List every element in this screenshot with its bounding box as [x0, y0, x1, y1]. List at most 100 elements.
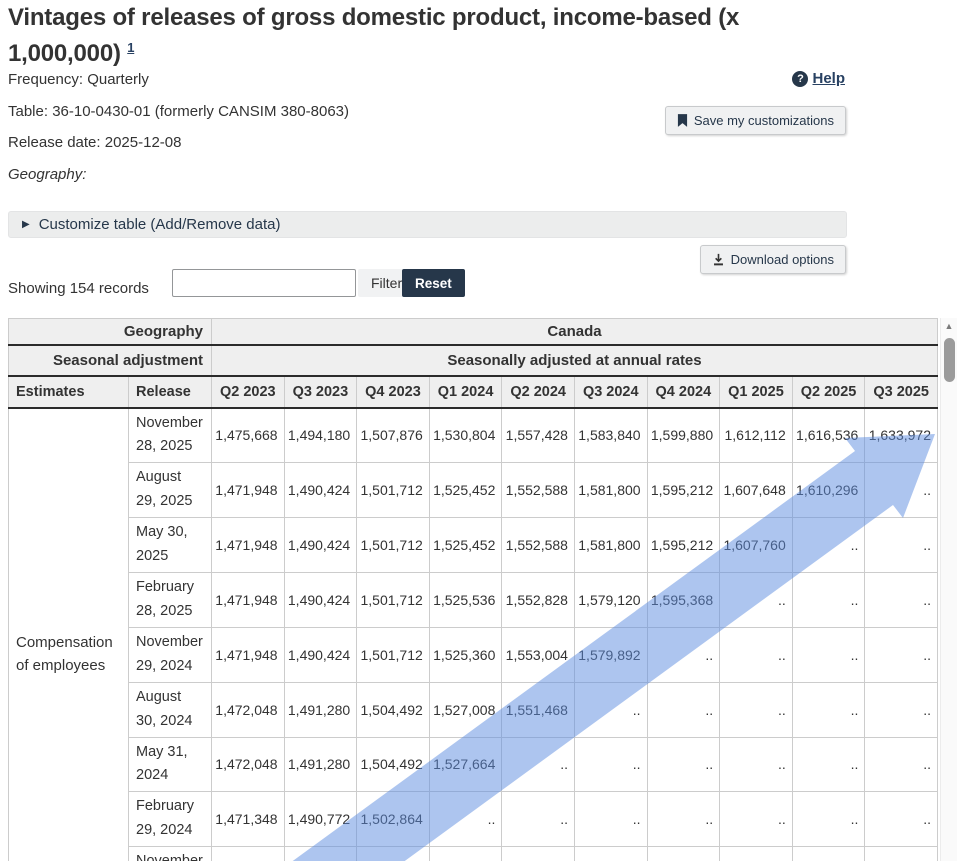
value-cell: .. — [720, 847, 793, 861]
table-row: May 30, 20251,471,9481,490,4241,501,7121… — [9, 518, 938, 573]
value-cell: .. — [792, 792, 865, 847]
value-cell: 1,599,880 — [647, 408, 720, 463]
value-cell: 1,490,424 — [284, 573, 357, 628]
value-cell: .. — [720, 737, 793, 792]
scrollbar-thumb[interactable] — [944, 338, 955, 382]
save-customizations-button[interactable]: Save my customizations — [665, 106, 846, 135]
value-cell: 1,612,112 — [720, 408, 793, 463]
value-cell: .. — [647, 847, 720, 861]
value-cell: .. — [865, 847, 938, 861]
value-cell: 1,470,848 — [212, 847, 285, 861]
value-cell: 1,471,948 — [212, 627, 285, 682]
value-cell: .. — [720, 682, 793, 737]
seasonal-adjustment-value: Seasonally adjusted at annual rates — [212, 345, 938, 376]
value-cell: .. — [574, 792, 647, 847]
value-cell: 1,501,712 — [357, 463, 430, 518]
value-cell: .. — [865, 737, 938, 792]
quarter-header: Q3 2023 — [284, 376, 357, 408]
value-cell: 1,490,772 — [284, 792, 357, 847]
value-cell: 1,595,368 — [647, 573, 720, 628]
page-title-text: Vintages of releases of gross domestic p… — [8, 4, 739, 67]
page: Vintages of releases of gross domestic p… — [0, 0, 957, 861]
table-row: May 31, 20241,472,0481,491,2801,504,4921… — [9, 737, 938, 792]
value-cell: .. — [720, 573, 793, 628]
help-link[interactable]: ? Help — [792, 70, 845, 87]
seasonal-header-row: Seasonal adjustment Seasonally adjusted … — [9, 345, 938, 376]
release-date-cell: May 31, 2024 — [129, 737, 212, 792]
table-row: August 29, 20251,471,9481,490,4241,501,7… — [9, 463, 938, 518]
value-cell: 1,581,800 — [574, 463, 647, 518]
value-cell: .. — [792, 573, 865, 628]
release-date-cell: August 30, 2024 — [129, 682, 212, 737]
table-row: February 28, 20251,471,9481,490,4241,501… — [9, 573, 938, 628]
arrow-up-icon[interactable]: ▲ — [941, 321, 957, 331]
quarter-header: Q1 2024 — [429, 376, 502, 408]
table-row: August 30, 20241,472,0481,491,2801,504,4… — [9, 682, 938, 737]
value-cell: 1,610,296 — [792, 463, 865, 518]
release-date-cell: August 29, 2025 — [129, 463, 212, 518]
value-cell: 1,595,212 — [647, 518, 720, 573]
question-circle-icon: ? — [792, 71, 808, 87]
value-cell: .. — [792, 737, 865, 792]
value-cell: 1,525,452 — [429, 518, 502, 573]
save-customizations-label: Save my customizations — [694, 113, 834, 128]
value-cell: 1,579,892 — [574, 627, 647, 682]
value-cell: 1,525,536 — [429, 573, 502, 628]
value-cell: 1,507,876 — [357, 408, 430, 463]
bookmark-icon — [677, 114, 688, 127]
value-cell: .. — [647, 627, 720, 682]
filter-input[interactable] — [172, 269, 356, 297]
value-cell: 1,633,972 — [865, 408, 938, 463]
table-reference: Table: 36-10-0430-01 (formerly CANSIM 38… — [8, 103, 349, 120]
quarter-header: Q1 2025 — [720, 376, 793, 408]
value-cell: 1,607,648 — [720, 463, 793, 518]
value-cell: .. — [429, 792, 502, 847]
customize-table-accordion[interactable]: ▶ Customize table (Add/Remove data) — [8, 211, 847, 238]
geography-header-row: Geography Canada — [9, 319, 938, 345]
value-cell: 1,504,492 — [357, 737, 430, 792]
quarter-header: Q2 2023 — [212, 376, 285, 408]
estimates-header: Estimates — [9, 376, 129, 408]
table-row: February 29, 20241,471,3481,490,7721,502… — [9, 792, 938, 847]
value-cell: .. — [792, 682, 865, 737]
showing-records-label: Showing 154 records — [8, 280, 149, 297]
release-date-cell: November 29, 2024 — [129, 627, 212, 682]
reset-button[interactable]: Reset — [402, 269, 465, 297]
value-cell: .. — [865, 573, 938, 628]
value-cell: 1,491,280 — [284, 737, 357, 792]
value-cell: 1,490,476 — [284, 847, 357, 861]
download-icon — [712, 253, 725, 266]
footnote-link[interactable]: 1 — [127, 40, 134, 55]
release-date-label: Release date: 2025-12-08 — [8, 134, 181, 151]
frequency-label: Frequency: Quarterly — [8, 71, 149, 88]
value-cell: .. — [647, 682, 720, 737]
download-options-label: Download options — [731, 252, 834, 267]
value-cell: 1,471,348 — [212, 792, 285, 847]
value-cell: 1,552,588 — [502, 463, 575, 518]
release-date-cell: May 30, 2025 — [129, 518, 212, 573]
value-cell: 1,490,424 — [284, 463, 357, 518]
vertical-scrollbar[interactable]: ▲ — [940, 318, 957, 861]
value-cell: .. — [502, 792, 575, 847]
value-cell: 1,552,588 — [502, 518, 575, 573]
value-cell: 1,471,948 — [212, 463, 285, 518]
value-cell: 1,607,760 — [720, 518, 793, 573]
quarter-header: Q2 2024 — [502, 376, 575, 408]
value-cell: .. — [865, 463, 938, 518]
value-cell: 1,501,712 — [357, 573, 430, 628]
value-cell: 1,595,212 — [647, 463, 720, 518]
customize-table-label: Customize table (Add/Remove data) — [39, 216, 281, 233]
release-date-cell: February 28, 2025 — [129, 573, 212, 628]
value-cell: 1,475,668 — [212, 408, 285, 463]
value-cell: 1,525,452 — [429, 463, 502, 518]
triangle-right-icon: ▶ — [22, 219, 30, 230]
quarter-header: Q2 2025 — [792, 376, 865, 408]
value-cell: 1,502,864 — [357, 792, 430, 847]
value-cell: .. — [429, 847, 502, 861]
download-options-button[interactable]: Download options — [700, 245, 846, 274]
vintages-table: Geography Canada Seasonal adjustment Sea… — [8, 318, 938, 861]
value-cell: .. — [720, 627, 793, 682]
value-cell: .. — [720, 792, 793, 847]
value-cell: 1,527,008 — [429, 682, 502, 737]
value-cell: 1,579,120 — [574, 573, 647, 628]
